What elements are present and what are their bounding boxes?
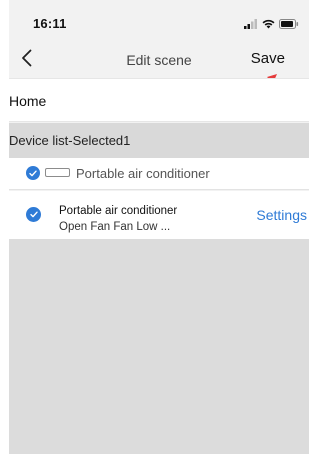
wifi-icon	[262, 16, 275, 34]
home-selector[interactable]: Home	[9, 78, 309, 122]
navigation-bar: Edit scene Save	[9, 44, 309, 78]
signal-icon	[244, 16, 258, 34]
status-bar: 16:11	[9, 0, 309, 44]
device-group-row[interactable]: Portable air conditioner	[9, 158, 309, 190]
device-list-title: Device list-Selected1	[9, 133, 131, 148]
status-time: 16:11	[33, 16, 67, 31]
save-button[interactable]: Save	[251, 50, 285, 67]
settings-button[interactable]: Settings	[256, 207, 307, 223]
device-list-header: Device list-Selected1	[9, 123, 309, 158]
group-label: Portable air conditioner	[76, 166, 210, 181]
device-status: Open Fan Fan Low ...	[59, 221, 171, 233]
status-icons	[244, 16, 299, 34]
device-check-icon[interactable]	[26, 207, 41, 222]
home-label: Home	[9, 93, 47, 109]
air-conditioner-icon	[45, 168, 70, 177]
empty-list-area	[9, 239, 309, 454]
device-name: Portable air conditioner	[59, 205, 178, 217]
group-check-icon[interactable]	[26, 166, 40, 180]
device-row[interactable]: Portable air conditioner Open Fan Fan Lo…	[9, 191, 309, 239]
battery-icon	[279, 16, 299, 34]
app-screen: 16:11 Edit scene Save Home Device list-S…	[9, 0, 309, 454]
